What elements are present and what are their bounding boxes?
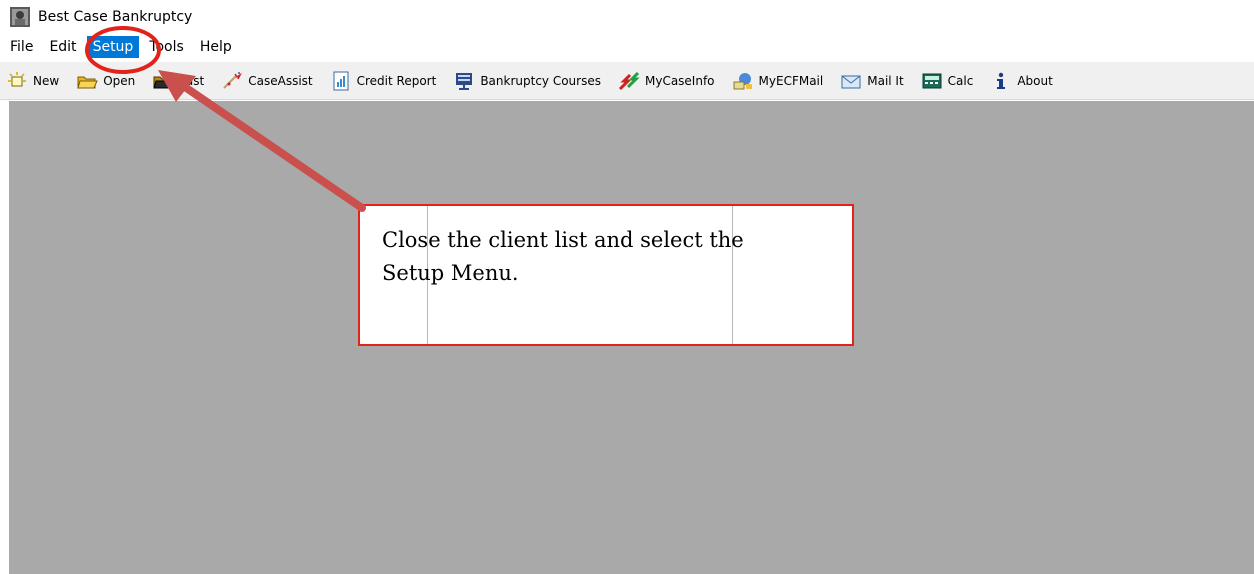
caseassist-label: CaseAssist — [248, 73, 313, 88]
last-folder-icon — [153, 76, 175, 88]
mycaseinfo-button[interactable]: MyCaseInfo — [618, 71, 715, 91]
title-bar: Best Case Bankruptcy — [0, 0, 1254, 34]
new-label: New — [33, 73, 60, 88]
annotation-line-2: Setup Menu. — [382, 261, 519, 285]
calc-label: Calc — [947, 73, 974, 88]
mycaseinfo-label: MyCaseInfo — [644, 73, 715, 88]
calc-button[interactable]: Calc — [921, 71, 974, 91]
courses-icon — [456, 72, 473, 90]
myecfmail-label: MyECFMail — [758, 73, 824, 88]
new-icon — [8, 71, 26, 86]
mail-it-label: Mail It — [867, 73, 904, 88]
annotation-line-1: Close the client list and select the — [382, 228, 744, 252]
mycaseinfo-icon — [618, 71, 640, 90]
window-title: Best Case Bankruptcy — [38, 9, 193, 25]
last-label: Last — [179, 73, 205, 88]
menu-edit[interactable]: Edit — [43, 36, 82, 58]
new-button[interactable]: New — [6, 71, 59, 91]
annotation-text: Close the client list and select the Set… — [382, 224, 802, 290]
info-icon — [997, 72, 1006, 89]
menu-help[interactable]: Help — [194, 36, 238, 58]
caseassist-button[interactable]: CaseAssist — [221, 71, 313, 91]
menu-setup[interactable]: Setup — [86, 36, 140, 58]
credit-report-icon — [333, 71, 349, 90]
toolbar: New Open Last CaseAssist Credit Report B… — [0, 62, 1254, 100]
last-button[interactable]: Last — [152, 71, 204, 91]
mail-it-button[interactable]: Mail It — [840, 71, 904, 91]
myecfmail-button[interactable]: MyECFMail — [732, 71, 824, 91]
bankruptcy-courses-button[interactable]: Bankruptcy Courses — [453, 71, 601, 91]
annotation-callout: Close the client list and select the Set… — [358, 204, 854, 346]
open-button[interactable]: Open — [76, 71, 135, 91]
myecfmail-icon — [733, 72, 752, 89]
about-button[interactable]: About — [990, 71, 1053, 91]
app-logo-icon — [10, 7, 30, 27]
caseassist-icon — [223, 71, 243, 89]
menu-bar: File Edit Setup Tools Help — [0, 34, 1254, 60]
about-label: About — [1017, 73, 1053, 88]
credit-report-button[interactable]: Credit Report — [330, 71, 437, 91]
open-label: Open — [103, 73, 136, 88]
mail-icon — [841, 75, 861, 88]
menu-file[interactable]: File — [4, 36, 39, 58]
calculator-icon — [922, 73, 942, 88]
credit-report-label: Credit Report — [356, 73, 437, 88]
bankruptcy-courses-label: Bankruptcy Courses — [480, 73, 601, 88]
open-folder-icon — [77, 76, 98, 88]
menu-tools[interactable]: Tools — [143, 36, 190, 58]
